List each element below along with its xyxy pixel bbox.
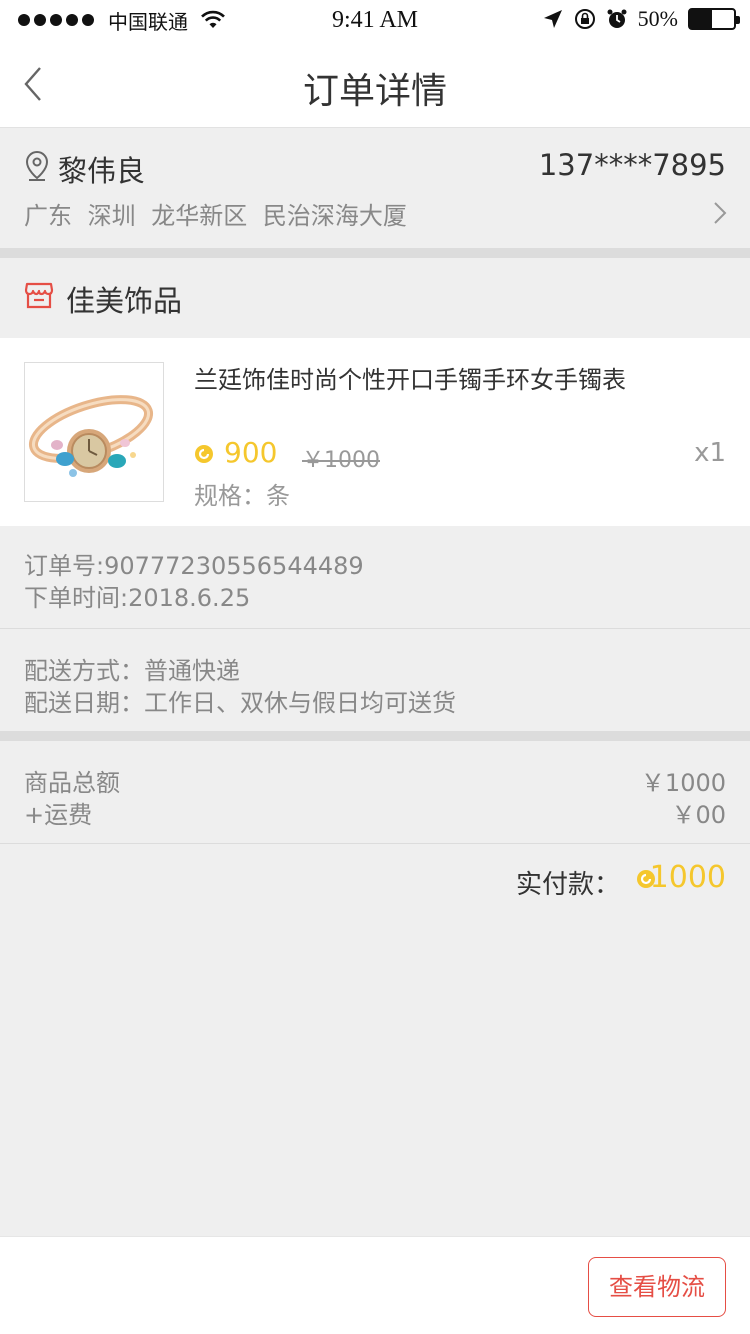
- address-detail: 广东 深圳 龙华新区 民治深海大厦: [24, 202, 407, 230]
- lock-rotation-icon: [574, 9, 595, 29]
- product-image[interactable]: [24, 362, 164, 502]
- delivery-date: 配送日期：工作日、双休与假日均可送货: [24, 689, 456, 717]
- goods-total-label: 商品总额: [24, 769, 120, 797]
- section-divider: [0, 248, 750, 258]
- carrier-name: 中国联通: [108, 9, 188, 34]
- battery-level: [690, 10, 712, 28]
- bracelet-watch-image: [28, 395, 154, 477]
- coin-icon: [195, 445, 213, 463]
- product-price: 900: [224, 436, 278, 469]
- shipping-fee-value: ￥00: [671, 801, 726, 829]
- view-logistics-button[interactable]: 查看物流: [588, 1257, 726, 1317]
- location-pin-icon: [25, 150, 49, 181]
- store-icon: [24, 282, 54, 309]
- order-number: 订单号:90777230556544489: [24, 552, 364, 580]
- shop-name: 佳美饰品: [66, 284, 183, 318]
- amount-paid-label: 实付款：: [515, 870, 620, 900]
- divider: [0, 843, 750, 844]
- product-spec: 规格：条: [194, 482, 290, 510]
- product-title: 兰廷饰佳时尚个性开口手镯手环女手镯表: [194, 366, 626, 394]
- location-arrow-icon: [543, 10, 562, 28]
- amount-paid-value: 1000: [649, 860, 726, 895]
- battery-percentage: 50%: [637, 6, 678, 31]
- order-time: 下单时间:2018.6.25: [24, 584, 251, 612]
- section-divider: [0, 731, 750, 741]
- order-info: 订单号:90777230556544489 下单时间:2018.6.25: [0, 526, 750, 628]
- chevron-right-icon[interactable]: [712, 200, 728, 226]
- bottom-action-bar: 查看物流: [0, 1236, 750, 1334]
- battery-icon: [688, 8, 740, 30]
- delivery-method: 配送方式：普通快递: [24, 657, 240, 685]
- delivery-info: 配送方式：普通快递 配送日期：工作日、双休与假日均可送货: [0, 629, 750, 731]
- product-item[interactable]: 兰廷饰佳时尚个性开口手镯手环女手镯表 900 ￥1000 x1 规格：条: [0, 338, 750, 526]
- status-bar: 中国联通 9:41 AM 50%: [0, 0, 750, 40]
- shop-header[interactable]: 佳美饰品: [0, 258, 750, 338]
- page-title: 订单详情: [302, 71, 447, 112]
- shipping-address[interactable]: 黎伟良 137****7895 广东 深圳 龙华新区 民治深海大厦: [0, 128, 750, 248]
- order-totals: 商品总额 ￥1000 +运费 ￥00: [0, 741, 750, 843]
- recipient-phone: 137****7895: [538, 148, 726, 182]
- goods-total-value: ￥1000: [640, 769, 726, 797]
- shipping-fee-label: +运费: [24, 801, 93, 829]
- product-quantity: x1: [694, 438, 726, 468]
- recipient-name: 黎伟良: [58, 154, 146, 188]
- navigation-bar: 订单详情: [0, 40, 750, 128]
- alarm-icon: [607, 9, 627, 28]
- signal-strength-icon: [18, 14, 94, 26]
- product-original-price: ￥1000: [302, 448, 380, 473]
- wifi-icon: [201, 10, 225, 28]
